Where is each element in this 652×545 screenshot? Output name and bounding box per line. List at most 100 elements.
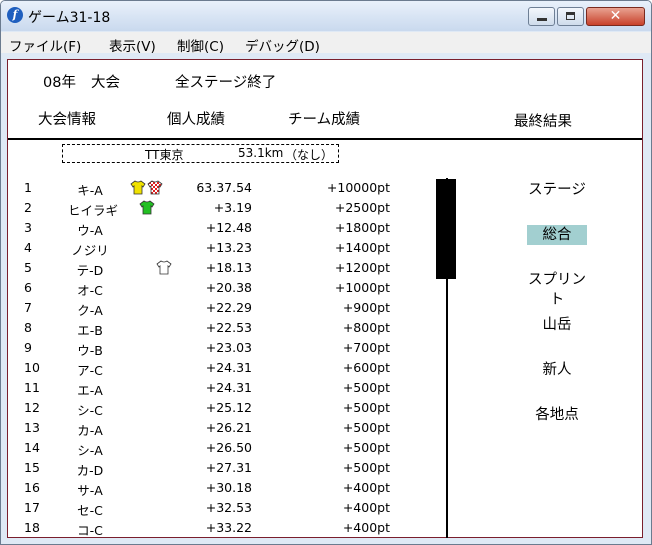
time-cell: +20.38	[205, 280, 252, 295]
time-cell: +22.53	[205, 320, 252, 335]
time-cell: +26.50	[205, 440, 252, 455]
rider-name-cell: エ-B	[77, 323, 103, 338]
time-cell: +24.31	[205, 360, 252, 375]
table-row[interactable]: 9 ウ-B +23.03 +700pt	[8, 338, 428, 358]
rank-cell: 9	[24, 340, 32, 355]
table-row[interactable]: 3 ウ-A +12.48 +1800pt	[8, 218, 428, 238]
points-cell: +1200pt	[334, 260, 390, 275]
points-cell: +900pt	[342, 300, 390, 315]
table-row[interactable]: 11 エ-A +24.31 +500pt	[8, 378, 428, 398]
rank-cell: 4	[24, 240, 32, 255]
category-button[interactable]: 山岳	[527, 315, 587, 335]
time-cell: +32.53	[205, 500, 252, 515]
points-cell: +800pt	[342, 320, 390, 335]
time-cell: +18.13	[205, 260, 252, 275]
table-row[interactable]: 13 カ-A +26.21 +500pt	[8, 418, 428, 438]
rank-cell: 15	[24, 460, 40, 475]
stage-name: TT東京	[145, 148, 184, 162]
rider-name-cell: コ-C	[77, 523, 103, 538]
rider-name-cell: ヒイラギ	[68, 203, 119, 218]
stage-distance: 53.1km	[238, 146, 284, 160]
table-row[interactable]: 7 ク-A +22.29 +900pt	[8, 298, 428, 318]
table-row[interactable]: 8 エ-B +22.53 +800pt	[8, 318, 428, 338]
app-window: f ゲーム31-18 ✕ ファイル(F) 表示(V) 制御(C) デバッグ(D)…	[0, 0, 652, 545]
rider-name-cell: シ-C	[77, 403, 103, 418]
time-cell: +25.12	[205, 400, 252, 415]
rank-cell: 7	[24, 300, 32, 315]
table-row[interactable]: 5 テ-D +18.13 +1200pt	[8, 258, 428, 278]
tab-team[interactable]: チーム成績	[288, 108, 360, 129]
polka-jersey-icon	[147, 180, 163, 195]
rank-cell: 2	[24, 200, 32, 215]
table-row[interactable]: 14 シ-A +26.50 +500pt	[8, 438, 428, 458]
time-cell: +33.22	[205, 520, 252, 535]
maximize-button[interactable]	[557, 7, 584, 26]
maximize-icon	[566, 12, 575, 20]
time-cell: +23.03	[205, 340, 252, 355]
minimize-button[interactable]	[528, 7, 555, 26]
rank-cell: 13	[24, 420, 40, 435]
category-button[interactable]: 新人	[527, 360, 587, 380]
points-cell: +2500pt	[334, 200, 390, 215]
category-button[interactable]: スプリント	[527, 270, 587, 308]
points-cell: +400pt	[342, 520, 390, 535]
green-jersey-icon	[139, 200, 155, 215]
menu-file[interactable]: ファイル(F)	[9, 35, 81, 55]
points-cell: +1400pt	[334, 240, 390, 255]
table-row[interactable]: 10 ア-C +24.31 +600pt	[8, 358, 428, 378]
category-button[interactable]: 総合	[527, 225, 587, 245]
rank-cell: 12	[24, 400, 40, 415]
scroll-thumb[interactable]	[436, 179, 456, 279]
category-button[interactable]: ステージ	[527, 180, 587, 200]
table-row[interactable]: 6 オ-C +20.38 +1000pt	[8, 278, 428, 298]
rider-name-cell: ウ-B	[77, 343, 103, 358]
points-cell: +500pt	[342, 440, 390, 455]
table-row[interactable]: 16 サ-A +30.18 +400pt	[8, 478, 428, 498]
time-cell: +30.18	[205, 480, 252, 495]
stage-info-box: TT東京 53.1km （なし）	[62, 144, 339, 163]
menu-view[interactable]: 表示(V)	[109, 35, 156, 55]
points-cell: +700pt	[342, 340, 390, 355]
points-cell: +600pt	[342, 360, 390, 375]
time-cell: +3.19	[213, 200, 252, 215]
time-cell: +24.31	[205, 380, 252, 395]
table-row[interactable]: 17 セ-C +32.53 +400pt	[8, 498, 428, 518]
rank-cell: 11	[24, 380, 40, 395]
rank-cell: 1	[24, 180, 32, 195]
category-button[interactable]: 各地点	[527, 405, 587, 425]
time-cell: +26.21	[205, 420, 252, 435]
rank-cell: 17	[24, 500, 40, 515]
rider-name-cell: ア-C	[77, 363, 103, 378]
table-row[interactable]: 18 コ-C +33.22 +400pt	[8, 518, 428, 538]
tab-individual[interactable]: 個人成績	[167, 108, 225, 129]
title-bar[interactable]: f ゲーム31-18 ✕	[1, 1, 651, 31]
close-icon: ✕	[609, 8, 622, 24]
rider-name-cell: ク-A	[77, 303, 103, 318]
time-cell: +12.48	[205, 220, 252, 235]
window-title: ゲーム31-18	[28, 10, 111, 26]
event-name: 大会	[91, 75, 120, 91]
time-cell: +27.31	[205, 460, 252, 475]
rank-cell: 14	[24, 440, 40, 455]
table-row[interactable]: 1 キ-A 63.37.54 +10000pt	[8, 178, 428, 198]
header-divider	[8, 138, 642, 140]
white-jersey-icon	[156, 260, 172, 275]
time-cell: +22.29	[205, 300, 252, 315]
table-row[interactable]: 4 ノジリ +13.23 +1400pt	[8, 238, 428, 258]
app-icon: f	[7, 7, 23, 23]
menu-debug[interactable]: デバッグ(D)	[245, 35, 320, 55]
race-status: 全ステージ終了	[175, 75, 277, 91]
points-cell: +500pt	[342, 460, 390, 475]
rank-cell: 5	[24, 260, 32, 275]
menu-control[interactable]: 制御(C)	[177, 35, 224, 55]
rank-cell: 3	[24, 220, 32, 235]
points-cell: +500pt	[342, 380, 390, 395]
close-button[interactable]: ✕	[586, 7, 645, 26]
table-row[interactable]: 15 カ-D +27.31 +500pt	[8, 458, 428, 478]
table-row[interactable]: 12 シ-C +25.12 +500pt	[8, 398, 428, 418]
points-cell: +1000pt	[334, 280, 390, 295]
table-row[interactable]: 2 ヒイラギ +3.19 +2500pt	[8, 198, 428, 218]
tab-tournament-info[interactable]: 大会情報	[38, 108, 96, 129]
rider-name-cell: シ-A	[77, 443, 103, 458]
rank-cell: 10	[24, 360, 40, 375]
